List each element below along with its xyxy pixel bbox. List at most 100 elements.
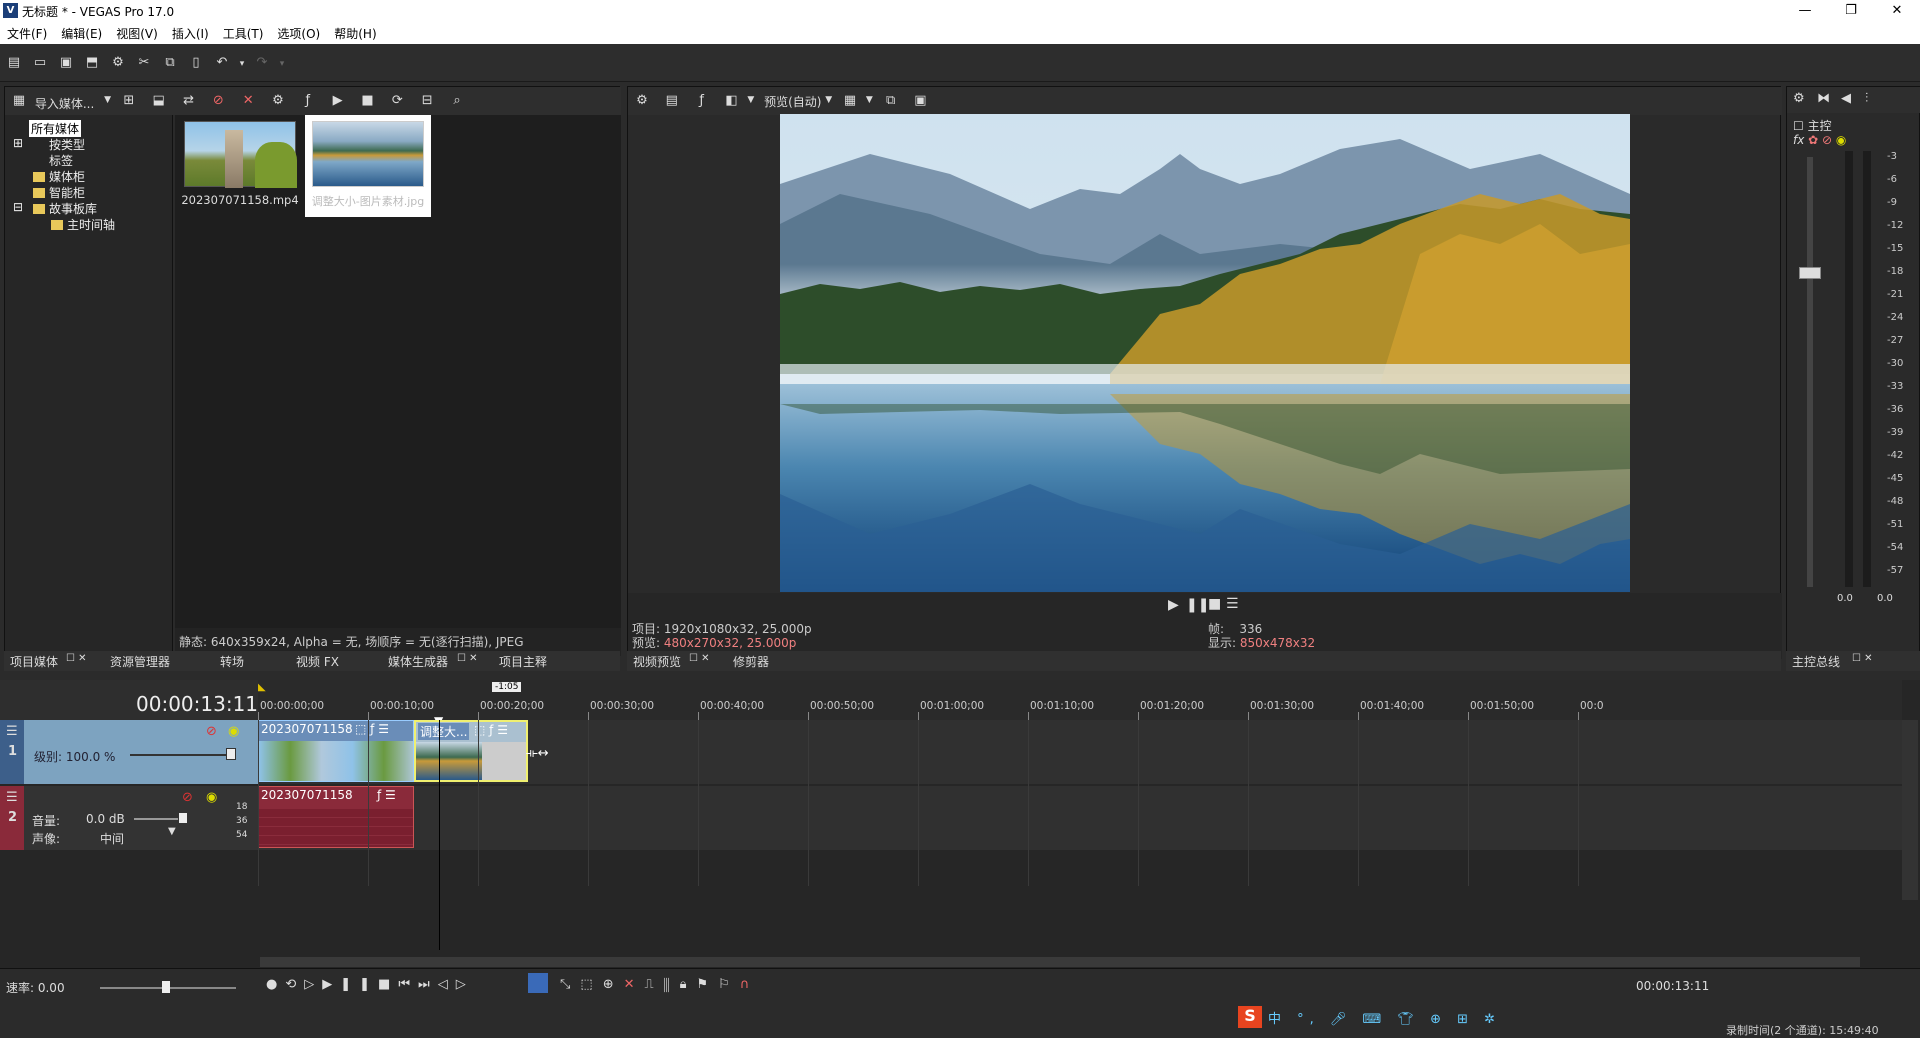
master-fx-icon[interactable]: fx ✿ ⊘ ◉: [1793, 133, 1846, 147]
region-icon[interactable]: ⚐: [718, 977, 740, 992]
snap-icon[interactable]: ∩: [740, 977, 760, 992]
capture-icon[interactable]: ⊞: [118, 90, 140, 112]
overlays-icon[interactable]: ▦: [839, 90, 861, 112]
menu-help[interactable]: 帮助(H): [327, 22, 383, 42]
mixer-settings-icon[interactable]: ⚙: [1793, 91, 1805, 106]
tree-item-media-bins[interactable]: 媒体柜: [49, 170, 85, 184]
replace-icon[interactable]: ⇄: [178, 90, 200, 112]
master-fader-handle[interactable]: [1799, 267, 1821, 279]
quality-dropdown-icon[interactable]: ▼: [825, 95, 832, 105]
mute-icon[interactable]: ⊘: [182, 790, 193, 805]
split-dropdown-icon[interactable]: ▼: [747, 95, 754, 105]
edit-tool-icon[interactable]: [528, 973, 548, 993]
image-clip[interactable]: 调整大... ⬚ ƒ ☰: [414, 720, 528, 782]
media-play-icon[interactable]: ▶: [327, 90, 349, 112]
volume-slider[interactable]: [134, 818, 184, 820]
clip-fx-icon[interactable]: ƒ ☰: [377, 788, 396, 802]
loop-icon[interactable]: ⟲: [285, 977, 304, 992]
menu-edit[interactable]: 编辑(E): [54, 22, 109, 42]
playhead[interactable]: [439, 720, 440, 950]
undock-icon[interactable]: ☐ ✕: [66, 653, 87, 664]
tree-item-all-media[interactable]: 所有媒体: [29, 120, 82, 137]
stop-icon[interactable]: ■: [378, 977, 398, 992]
audio-track-header[interactable]: ☰ 2 ⊘ ◉ 音量: 0.0 dB 声像: 中间 ▼ 18 36 54: [0, 786, 258, 850]
video-track-header[interactable]: ☰ 1 ⊘ ◉ 级别: 100.0 %: [0, 720, 258, 784]
preview-menu-icon[interactable]: ☰: [1226, 596, 1239, 612]
video-track-lane[interactable]: 202307071158 ⬚ ƒ ☰ 调整大... ⬚ ƒ ☰ ⟛↔: [258, 720, 1902, 784]
paste-icon[interactable]: ▯: [185, 52, 207, 74]
go-to-end-icon[interactable]: ⏭: [418, 977, 438, 992]
menu-insert[interactable]: 插入(I): [165, 22, 216, 42]
ime-toolbar-icons[interactable]: 中 °, 🎤︎ ⌨ 👕︎ ⊕ ⊞ ✲: [1268, 1008, 1501, 1027]
horizontal-scrollbar[interactable]: [260, 957, 1860, 967]
zoom-tool-icon[interactable]: ⊕: [603, 977, 624, 992]
preview-quality-select[interactable]: 预览(自动): [764, 93, 821, 110]
pause-icon[interactable]: ❚❚: [1186, 597, 1209, 613]
play-icon[interactable]: ▶: [322, 977, 340, 992]
volume-slider-handle[interactable]: [178, 812, 188, 824]
menu-file[interactable]: 文件(F): [0, 22, 54, 42]
rate-slider-handle[interactable]: [162, 981, 170, 993]
remove-unused-icon[interactable]: ⊘: [207, 90, 229, 112]
minimize-button[interactable]: —: [1782, 0, 1828, 22]
pan-slider-icon[interactable]: ▼: [168, 826, 176, 837]
tab-transitions[interactable]: 转场: [220, 653, 244, 670]
tab-trimmer[interactable]: 修剪器: [733, 653, 769, 670]
marker-insert-icon[interactable]: ⚑: [697, 977, 719, 992]
tab-explorer[interactable]: 资源管理器: [110, 653, 170, 670]
level-slider-handle[interactable]: [226, 748, 236, 760]
play-from-start-icon[interactable]: ▷: [304, 977, 322, 992]
copy-snapshot-icon[interactable]: ⧉: [880, 90, 902, 112]
tab-video-preview[interactable]: 视频预览: [633, 653, 681, 670]
restore-button[interactable]: ❐: [1828, 0, 1874, 22]
timeline-ruler[interactable]: -1:05 ◣ ▼ 00:00:00;0000:00:10;0000:00:20…: [258, 680, 1902, 728]
tree-item-storyboard[interactable]: 故事板库: [49, 202, 97, 216]
media-item-image[interactable]: 调整大小-图片素材.jpg: [305, 115, 431, 217]
solo-icon[interactable]: ◉: [206, 790, 217, 805]
media-fx-icon[interactable]: ƒ: [297, 90, 319, 112]
solo-icon[interactable]: ◉: [228, 724, 239, 739]
audio-track-lane[interactable]: 202307071158 ƒ ☰: [258, 786, 1902, 850]
track-menu-icon[interactable]: ☰: [6, 724, 18, 739]
undock-icon[interactable]: ☐ ✕: [689, 653, 710, 664]
save-as-icon[interactable]: ⬒: [81, 52, 103, 74]
split-screen-icon[interactable]: ◧: [720, 90, 742, 112]
cut-icon[interactable]: ✂: [133, 52, 155, 74]
audio-clip[interactable]: 202307071158 ƒ ☰: [258, 786, 414, 848]
copy-icon[interactable]: ⧉: [159, 52, 181, 74]
fx-icon[interactable]: ƒ: [691, 90, 713, 112]
undock-icon[interactable]: ☐ ✕: [1852, 653, 1873, 664]
prev-frame-icon[interactable]: ◁: [438, 977, 456, 992]
tab-project-media[interactable]: 项目媒体: [10, 653, 58, 670]
tree-expand-icon[interactable]: ⊞: [13, 136, 23, 150]
trim-icon[interactable]: ⎍: [645, 977, 664, 992]
clip-pan-crop-icon[interactable]: ⬚ ƒ ☰: [355, 722, 389, 736]
next-frame-icon[interactable]: ▷: [456, 977, 474, 992]
mixer-fader-icon[interactable]: ⫶: [1865, 91, 1868, 106]
stop-icon[interactable]: ■: [1208, 596, 1221, 612]
tab-media-generators[interactable]: 媒体生成器: [388, 653, 448, 670]
import-dropdown-icon[interactable]: ▼: [104, 95, 111, 105]
tree-item-main-timeline[interactable]: 主时间轴: [67, 218, 115, 232]
speaker-icon[interactable]: ◀: [1841, 91, 1851, 106]
menu-view[interactable]: 视图(V): [109, 22, 165, 42]
overlays-dropdown-icon[interactable]: ▼: [866, 95, 873, 105]
menu-options[interactable]: 选项(O): [270, 22, 327, 42]
selection-tool-icon[interactable]: ⬚: [580, 977, 602, 992]
media-properties-icon[interactable]: ⚙: [267, 90, 289, 112]
clip-pan-crop-icon[interactable]: ⬚ ƒ ☰: [474, 723, 508, 737]
preview-device-icon[interactable]: ▤: [661, 90, 683, 112]
menu-tools[interactable]: 工具(T): [216, 22, 271, 42]
vertical-scrollbar[interactable]: [1902, 720, 1918, 900]
tree-collapse-icon[interactable]: ⊟: [13, 200, 23, 214]
properties-icon[interactable]: ⚙: [107, 52, 129, 74]
play-icon[interactable]: ▶: [1168, 597, 1179, 613]
delete-icon[interactable]: ✕: [237, 90, 259, 112]
view-icon[interactable]: ▦: [8, 90, 30, 112]
get-media-icon[interactable]: ⬓: [148, 90, 170, 112]
undock-icon[interactable]: ☐ ✕: [457, 653, 478, 664]
import-media-button[interactable]: 导入媒体...: [35, 95, 94, 112]
undo-icon[interactable]: ↶: [211, 52, 233, 74]
record-icon[interactable]: ●: [266, 977, 285, 992]
mute-icon[interactable]: ⊘: [206, 724, 217, 739]
